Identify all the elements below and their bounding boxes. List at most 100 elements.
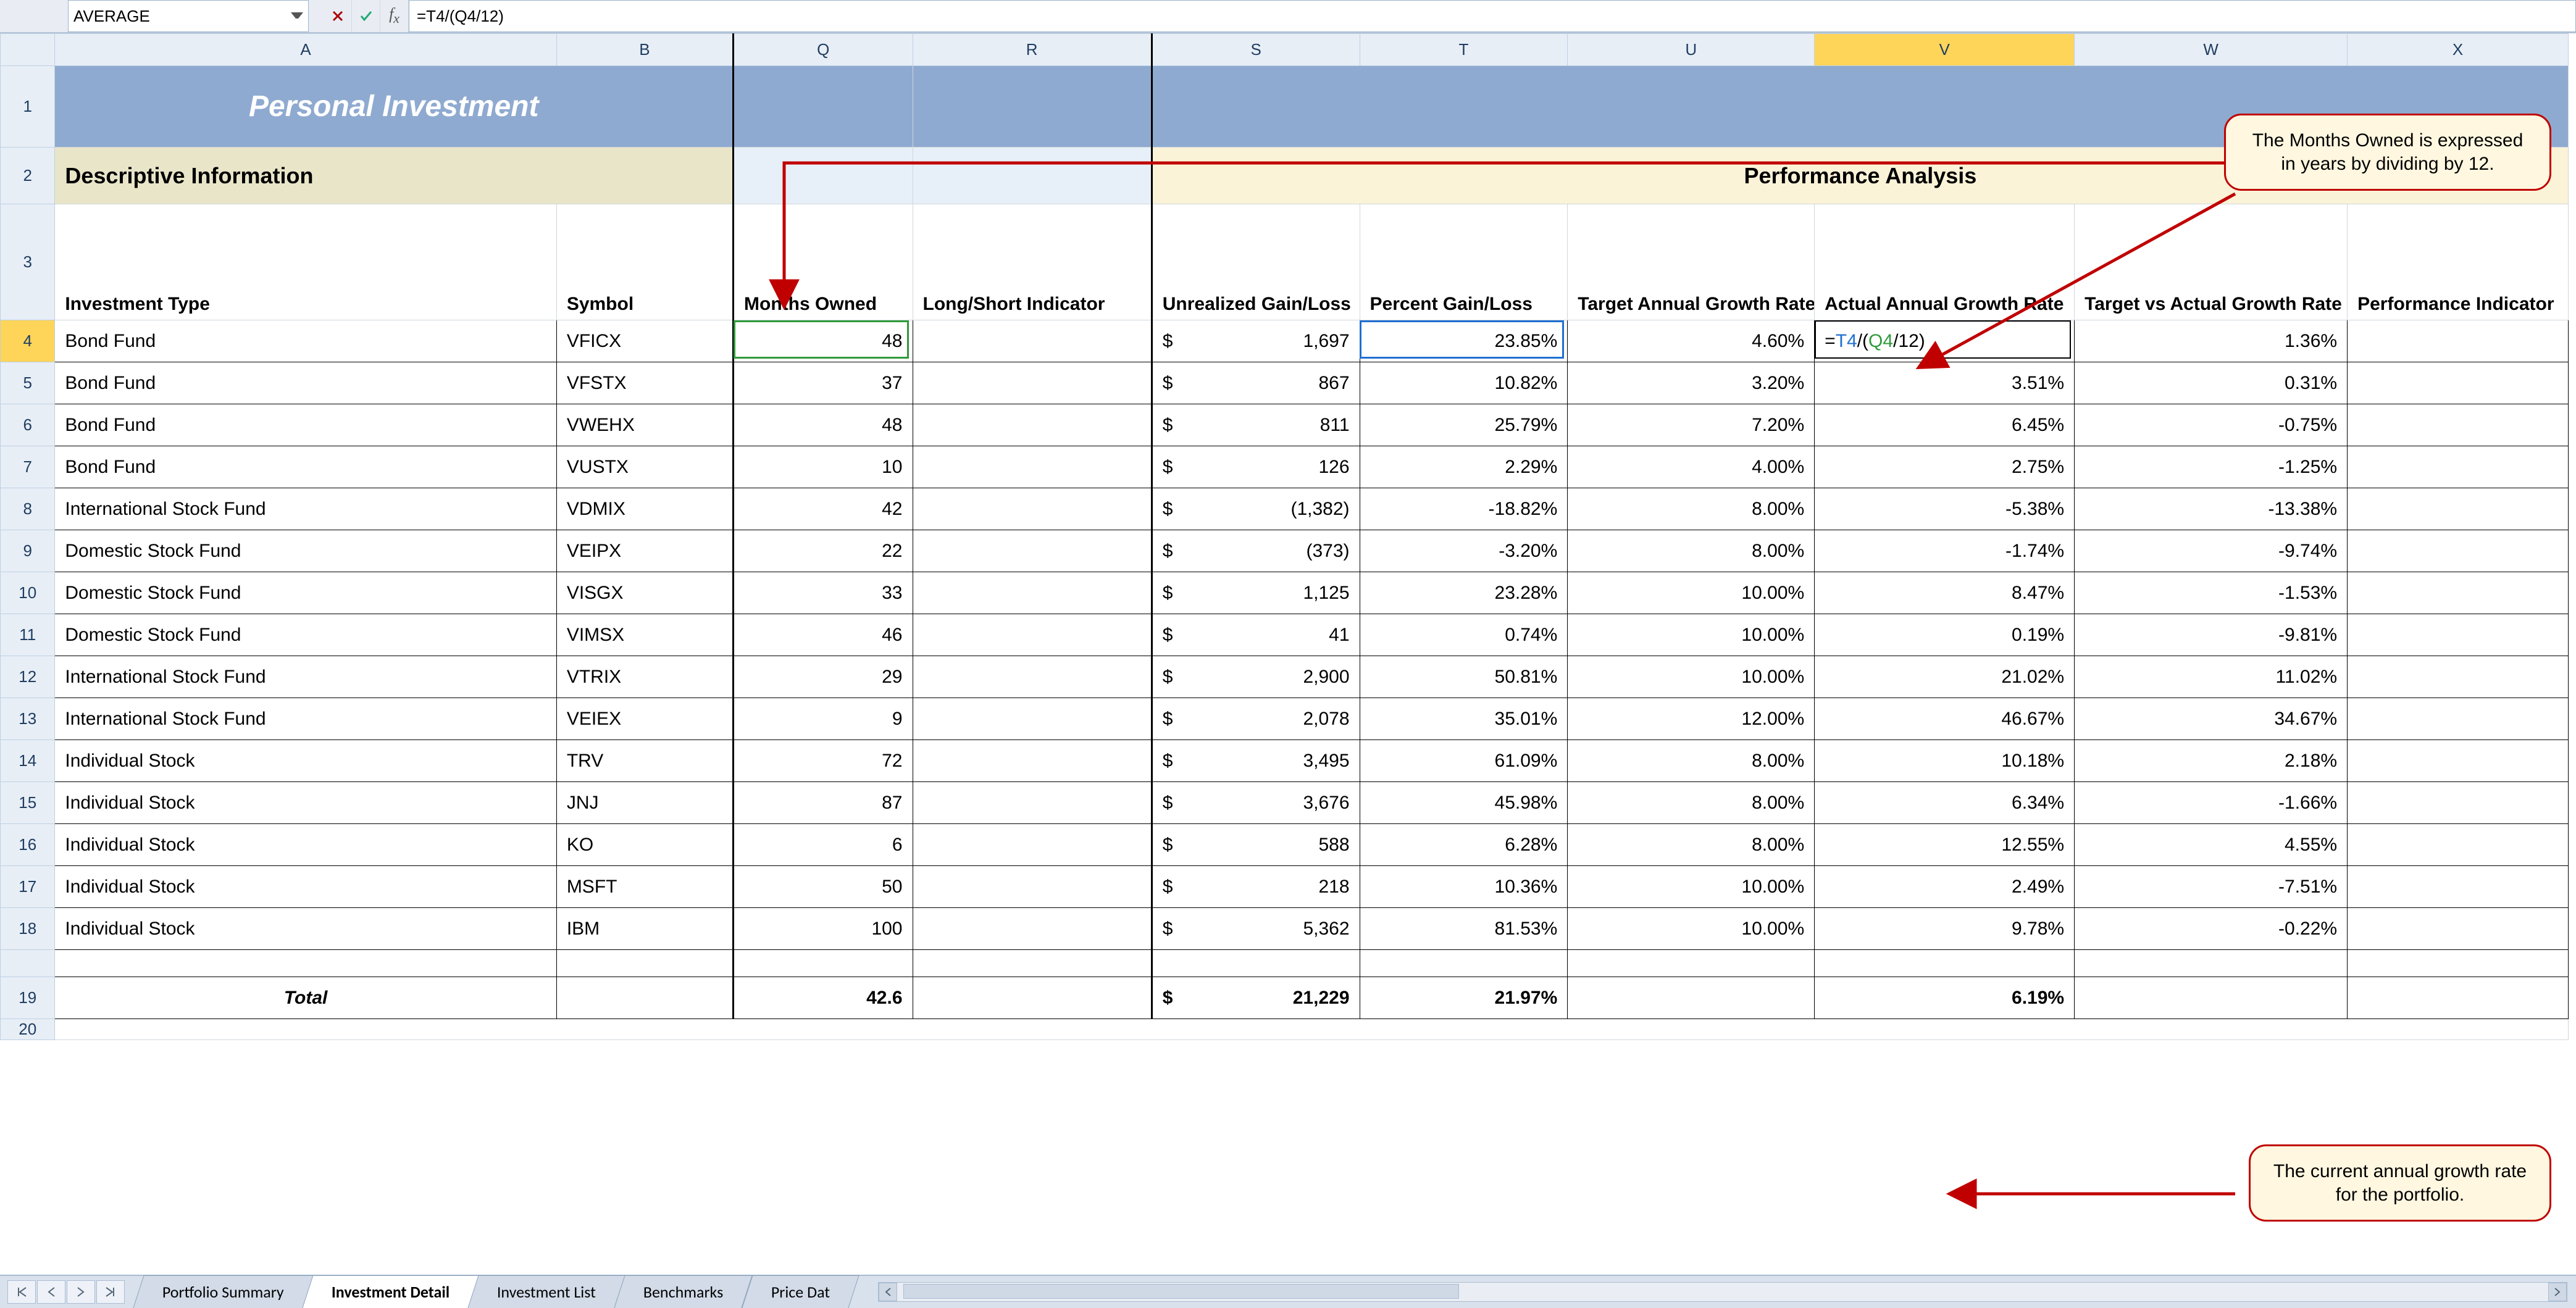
cell-target-rate[interactable]: 10.00%: [1568, 866, 1815, 908]
cell-pct[interactable]: -3.20%: [1360, 530, 1568, 572]
cell-perf-ind[interactable]: [2348, 656, 2569, 698]
cell-B19[interactable]: [556, 977, 733, 1019]
cell-months[interactable]: 50: [734, 866, 913, 908]
cell-perf-ind[interactable]: [2348, 698, 2569, 740]
cell-R2[interactable]: [913, 148, 1152, 204]
cell-target-rate[interactable]: 3.20%: [1568, 362, 1815, 404]
cell-B-blank[interactable]: [556, 950, 733, 977]
cell-symbol[interactable]: VDMIX: [556, 488, 733, 530]
row-header-9[interactable]: 9: [1, 530, 55, 572]
cell-type[interactable]: International Stock Fund: [55, 488, 556, 530]
cell-tva[interactable]: 1.36%: [2075, 320, 2348, 362]
row-header-8[interactable]: 8: [1, 488, 55, 530]
cell-perf-ind[interactable]: [2348, 404, 2569, 446]
cell-months[interactable]: 33: [734, 572, 913, 614]
cell-ls[interactable]: [913, 908, 1152, 950]
cell-gainloss[interactable]: $1,125: [1152, 572, 1360, 614]
cell-months[interactable]: 48: [734, 404, 913, 446]
cell-type[interactable]: Bond Fund: [55, 362, 556, 404]
cell-symbol[interactable]: JNJ: [556, 782, 733, 824]
row-header-5[interactable]: 5: [1, 362, 55, 404]
cell-actual-rate[interactable]: 6.45%: [1815, 404, 2075, 446]
cell-W-blank[interactable]: [2075, 950, 2348, 977]
col-header-U[interactable]: U: [1568, 34, 1815, 66]
spreadsheet-grid[interactable]: A B Q R S T U V W X 1 Personal Investmen…: [0, 33, 2569, 1040]
cell-gainloss[interactable]: $218: [1152, 866, 1360, 908]
cell-R19[interactable]: [913, 977, 1152, 1019]
cell-symbol[interactable]: IBM: [556, 908, 733, 950]
cell-months[interactable]: 10: [734, 446, 913, 488]
cell-actual-rate-editing[interactable]: =T4/(Q4/12): [1815, 320, 2075, 362]
cancel-formula-button[interactable]: [324, 0, 352, 32]
descriptive-info-header[interactable]: Descriptive Information: [55, 148, 734, 204]
scroll-thumb[interactable]: [903, 1284, 1459, 1299]
scroll-left-button[interactable]: [879, 1283, 897, 1301]
cell-target-rate[interactable]: 10.00%: [1568, 908, 1815, 950]
cell-T-blank[interactable]: [1360, 950, 1568, 977]
cell-symbol[interactable]: KO: [556, 824, 733, 866]
cell-type[interactable]: Individual Stock: [55, 740, 556, 782]
cell-months[interactable]: 48: [734, 320, 913, 362]
row-header-4[interactable]: 4: [1, 320, 55, 362]
cell-months[interactable]: 72: [734, 740, 913, 782]
cell-symbol[interactable]: VFICX: [556, 320, 733, 362]
row-header-11[interactable]: 11: [1, 614, 55, 656]
col-header-X[interactable]: X: [2348, 34, 2569, 66]
cell-type[interactable]: Bond Fund: [55, 404, 556, 446]
cell-perf-ind[interactable]: [2348, 572, 2569, 614]
cell-gainloss[interactable]: $(1,382): [1152, 488, 1360, 530]
cell-target-rate[interactable]: 4.60%: [1568, 320, 1815, 362]
cell-perf-ind[interactable]: [2348, 866, 2569, 908]
cell-X19[interactable]: [2348, 977, 2569, 1019]
cell-type[interactable]: Individual Stock: [55, 824, 556, 866]
cell-pct[interactable]: 61.09%: [1360, 740, 1568, 782]
cell-U19[interactable]: [1568, 977, 1815, 1019]
cell-Q1[interactable]: [734, 66, 913, 148]
cell-tva[interactable]: -13.38%: [2075, 488, 2348, 530]
cell-pct[interactable]: 10.82%: [1360, 362, 1568, 404]
cell-ls[interactable]: [913, 530, 1152, 572]
cell-pct[interactable]: 6.28%: [1360, 824, 1568, 866]
cell-pct[interactable]: 35.01%: [1360, 698, 1568, 740]
cell-symbol[interactable]: VTRIX: [556, 656, 733, 698]
cell-target-rate[interactable]: 4.00%: [1568, 446, 1815, 488]
col-header-T[interactable]: T: [1360, 34, 1568, 66]
cell-perf-ind[interactable]: [2348, 614, 2569, 656]
cell-pct[interactable]: 50.81%: [1360, 656, 1568, 698]
select-all-corner[interactable]: [1, 34, 55, 66]
cell-target-rate[interactable]: 10.00%: [1568, 572, 1815, 614]
cell-ls[interactable]: [913, 488, 1152, 530]
sheet-nav-prev[interactable]: [37, 1280, 65, 1304]
total-months[interactable]: 42.6: [734, 977, 913, 1019]
sheet-tab[interactable]: Portfolio Summary: [133, 1275, 313, 1308]
cell-actual-rate[interactable]: 46.67%: [1815, 698, 2075, 740]
cell-gainloss[interactable]: $41: [1152, 614, 1360, 656]
cell-pct[interactable]: 25.79%: [1360, 404, 1568, 446]
cell-months[interactable]: 37: [734, 362, 913, 404]
cell-symbol[interactable]: TRV: [556, 740, 733, 782]
sheet-tab[interactable]: Benchmarks: [614, 1275, 753, 1308]
cell-months[interactable]: 9: [734, 698, 913, 740]
cell-perf-ind[interactable]: [2348, 740, 2569, 782]
cell-pct[interactable]: 10.36%: [1360, 866, 1568, 908]
cell-type[interactable]: Individual Stock: [55, 866, 556, 908]
cell-type[interactable]: International Stock Fund: [55, 656, 556, 698]
cell-tva[interactable]: -7.51%: [2075, 866, 2348, 908]
cell-target-rate[interactable]: 8.00%: [1568, 824, 1815, 866]
cell-months[interactable]: 29: [734, 656, 913, 698]
cell-actual-rate[interactable]: 2.75%: [1815, 446, 2075, 488]
cell-actual-rate[interactable]: -1.74%: [1815, 530, 2075, 572]
cell-V-blank[interactable]: [1815, 950, 2075, 977]
name-box[interactable]: AVERAGE: [68, 0, 309, 32]
cell-symbol[interactable]: VFSTX: [556, 362, 733, 404]
total-gl[interactable]: $21,229: [1152, 977, 1360, 1019]
cell-symbol[interactable]: MSFT: [556, 866, 733, 908]
cell-target-rate[interactable]: 8.00%: [1568, 782, 1815, 824]
row-header-20[interactable]: 20: [1, 1019, 55, 1040]
cell-tva[interactable]: 34.67%: [2075, 698, 2348, 740]
cell-type[interactable]: Domestic Stock Fund: [55, 614, 556, 656]
cell-gainloss[interactable]: $588: [1152, 824, 1360, 866]
cell-type[interactable]: Individual Stock: [55, 782, 556, 824]
hdr-target-rate[interactable]: Target Annual Growth Rate: [1568, 204, 1815, 320]
col-header-A[interactable]: A: [55, 34, 556, 66]
